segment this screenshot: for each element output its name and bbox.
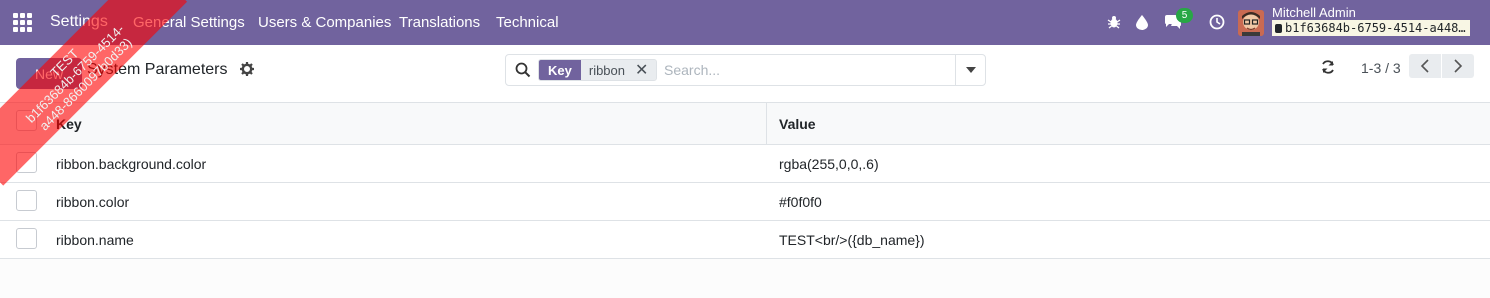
table-row[interactable]: ribbon.color #f0f0f0 <box>0 183 1490 221</box>
facet-key: Key <box>539 60 581 80</box>
gear-icon[interactable] <box>240 62 254 76</box>
top-navbar: Settings General Settings Users & Compan… <box>0 0 1490 45</box>
empty-list-area <box>0 259 1490 298</box>
close-icon[interactable]: ✕ <box>633 60 657 80</box>
chevron-left-icon[interactable] <box>1409 54 1441 78</box>
search-bar[interactable]: Key ribbon ✕ <box>505 54 986 86</box>
apps-grid-icon[interactable] <box>13 13 32 32</box>
records-table: Key Value ribbon.background.color rgba(2… <box>0 103 1490 259</box>
cell-value[interactable]: #f0f0f0 <box>779 194 822 210</box>
search-icon[interactable] <box>515 62 531 78</box>
avatar[interactable] <box>1238 10 1264 36</box>
cell-key[interactable]: ribbon.background.color <box>56 156 206 172</box>
control-panel: New System Parameters Key ribbon ✕ 1-3 /… <box>0 45 1490 103</box>
table-row[interactable]: ribbon.background.color rgba(255,0,0,.6) <box>0 145 1490 183</box>
cell-value[interactable]: TEST<br/>({db_name}) <box>779 232 925 248</box>
app-brand[interactable]: Settings <box>50 13 108 31</box>
row-checkbox[interactable] <box>16 228 37 249</box>
menu-users-companies[interactable]: Users & Companies <box>258 14 391 31</box>
clock-icon[interactable] <box>1207 12 1227 32</box>
reload-icon[interactable] <box>1320 59 1336 75</box>
column-header-value[interactable]: Value <box>779 116 816 132</box>
database-name: b1f63684b-6759-4514-a448… <box>1272 20 1470 36</box>
cell-value[interactable]: rgba(255,0,0,.6) <box>779 156 879 172</box>
search-input[interactable] <box>664 60 954 80</box>
cell-key[interactable]: ribbon.name <box>56 232 134 248</box>
database-icon <box>1275 24 1282 33</box>
column-divider[interactable] <box>766 103 767 145</box>
table-row[interactable]: ribbon.name TEST<br/>({db_name}) <box>0 221 1490 259</box>
row-checkbox[interactable] <box>16 152 37 173</box>
facet-value: ribbon <box>580 60 633 80</box>
search-facet[interactable]: Key ribbon ✕ <box>538 59 658 81</box>
page-title: System Parameters <box>87 61 228 78</box>
caret-down-icon <box>965 67 976 73</box>
cell-key[interactable]: ribbon.color <box>56 194 129 210</box>
select-all-checkbox[interactable] <box>16 110 37 131</box>
user-name[interactable]: Mitchell Admin <box>1272 5 1356 20</box>
menu-technical[interactable]: Technical <box>496 14 559 31</box>
column-header-key[interactable]: Key <box>56 116 82 132</box>
new-button[interactable]: New <box>16 58 82 89</box>
menu-general-settings[interactable]: General Settings <box>133 14 245 31</box>
database-name-text: b1f63684b-6759-4514-a448… <box>1285 21 1466 35</box>
search-options-toggle[interactable] <box>955 55 985 85</box>
table-header: Key Value <box>0 103 1490 145</box>
chevron-right-icon[interactable] <box>1442 54 1474 78</box>
chat-count-badge: 5 <box>1176 8 1193 23</box>
pager-value[interactable]: 1-3 / 3 <box>1361 60 1401 76</box>
bug-icon[interactable] <box>1104 12 1124 32</box>
drop-icon[interactable] <box>1132 12 1152 32</box>
menu-translations[interactable]: Translations <box>399 14 480 31</box>
row-checkbox[interactable] <box>16 190 37 211</box>
